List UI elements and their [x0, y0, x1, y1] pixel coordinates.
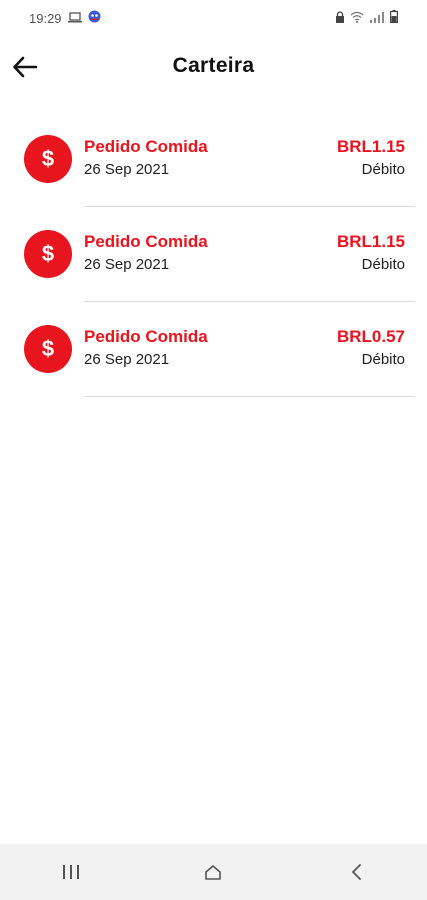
transaction-list: $ Pedido Comida 26 Sep 2021 BRL1.15 Débi…	[0, 112, 427, 397]
transaction-type: Débito	[361, 161, 405, 178]
transaction-title: Pedido Comida	[84, 232, 208, 251]
dollar-icon: $	[24, 230, 72, 278]
signal-icon	[369, 11, 385, 26]
transaction-amount: BRL0.57	[336, 327, 405, 346]
wallet-screen: 19:29 Carteira $ Pedido Comida 26 Sep 20…	[0, 0, 427, 900]
transaction-row[interactable]: $ Pedido Comida 26 Sep 2021 BRL1.15 Débi…	[0, 112, 427, 207]
dollar-icon: $	[24, 325, 72, 373]
transaction-date: 26 Sep 2021	[84, 161, 170, 178]
transaction-row[interactable]: $ Pedido Comida 26 Sep 2021 BRL1.15 Débi…	[0, 207, 427, 302]
back-nav-button[interactable]	[326, 852, 386, 892]
battery-icon	[390, 10, 399, 26]
page-title: Carteira	[172, 54, 255, 77]
transaction-amount: BRL1.15	[336, 137, 405, 156]
divider	[84, 396, 415, 397]
recent-apps-button[interactable]	[41, 852, 101, 892]
lock-icon	[335, 10, 345, 26]
transaction-title: Pedido Comida	[84, 137, 208, 156]
face-icon	[88, 10, 101, 26]
transaction-title: Pedido Comida	[84, 327, 208, 346]
transaction-type: Débito	[361, 256, 405, 273]
status-left: 19:29	[29, 10, 101, 26]
laptop-icon	[67, 11, 82, 26]
transaction-amount: BRL1.15	[336, 232, 405, 251]
home-button[interactable]	[183, 852, 243, 892]
wifi-icon	[350, 11, 364, 26]
transaction-row[interactable]: $ Pedido Comida 26 Sep 2021 BRL0.57 Débi…	[0, 302, 427, 397]
status-bar: 19:29	[0, 0, 427, 36]
app-header: Carteira	[0, 50, 427, 86]
transaction-date: 26 Sep 2021	[84, 256, 170, 273]
system-nav-bar	[0, 844, 427, 900]
status-right	[335, 10, 399, 26]
transaction-date: 26 Sep 2021	[84, 351, 170, 368]
home-icon	[205, 864, 222, 880]
back-icon	[351, 864, 361, 880]
status-time: 19:29	[29, 10, 62, 26]
dollar-icon: $	[24, 135, 72, 183]
recent-apps-icon	[63, 865, 80, 879]
transaction-type: Débito	[361, 351, 405, 368]
